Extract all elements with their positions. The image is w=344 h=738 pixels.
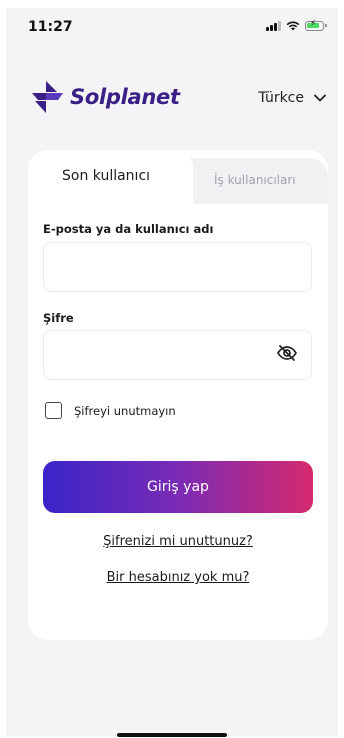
language-selector[interactable]: Türkce — [258, 90, 326, 106]
email-field[interactable] — [43, 242, 312, 292]
signal-icon — [266, 20, 281, 31]
brand-logo: Solplanet — [28, 80, 180, 114]
wifi-icon — [286, 21, 300, 31]
password-field[interactable] — [43, 330, 312, 380]
password-label: Şifre — [43, 311, 74, 325]
solplanet-logo-icon — [32, 81, 63, 113]
email-label: E-posta ya da kullanıcı adı — [43, 222, 214, 236]
eye-off-icon[interactable] — [276, 344, 298, 362]
chevron-down-icon — [314, 94, 326, 102]
language-label: Türkce — [258, 90, 304, 106]
remember-label: Şifreyi unutmayın — [74, 404, 176, 418]
tab-business-users-label: İş kullanıcıları — [214, 173, 296, 187]
signup-link[interactable]: Bir hesabınız yok mu? — [43, 570, 313, 585]
battery-icon: ⚡ — [305, 19, 327, 31]
remember-checkbox[interactable] — [45, 402, 62, 419]
brand-name: Solplanet — [70, 85, 180, 109]
status-time: 11:27 — [28, 19, 73, 35]
status-icons: ⚡ — [266, 19, 327, 31]
tab-end-user-label: Son kullanıcı — [62, 168, 151, 184]
forgot-password-link[interactable]: Şifrenizi mi unuttunuz? — [43, 534, 313, 549]
login-button[interactable]: Giriş yap — [43, 461, 313, 513]
home-indicator — [117, 733, 227, 737]
